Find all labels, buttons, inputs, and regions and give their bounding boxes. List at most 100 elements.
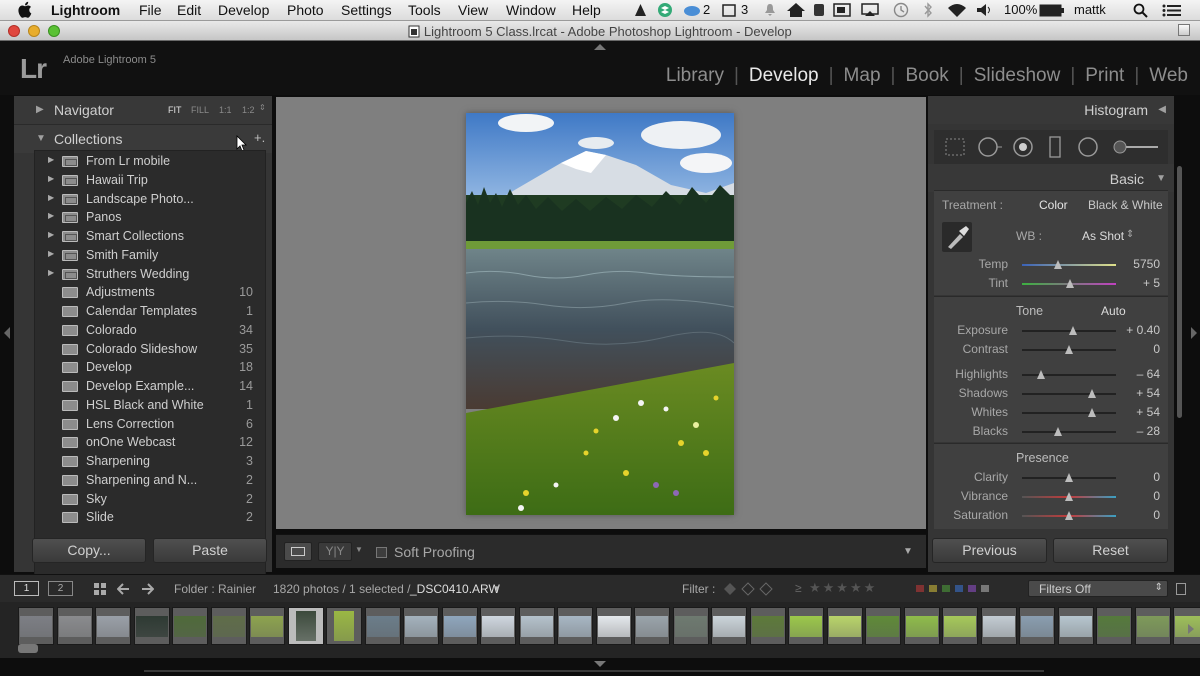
photo-preview[interactable]	[466, 113, 734, 515]
shadows-slider[interactable]	[1022, 389, 1116, 398]
filmstrip-thumbnail[interactable]	[826, 607, 863, 645]
zoom-fill[interactable]: FILL	[191, 105, 209, 115]
treatment-bw-option[interactable]: Black & White	[1088, 198, 1163, 212]
treatment-color-option[interactable]: Color	[1039, 198, 1068, 212]
clarity-slider-handle[interactable]	[1065, 473, 1073, 482]
histogram-header[interactable]: Histogram ◀	[928, 96, 1174, 124]
wb-dropdown-icon[interactable]: ⇕	[1126, 229, 1134, 240]
right-panel-toggle-icon[interactable]	[1190, 326, 1198, 340]
collection-item[interactable]: ▶ Struthers Wedding	[35, 265, 267, 284]
before-after-button[interactable]: Y|Y	[318, 542, 352, 561]
filmstrip-thumbnail[interactable]	[441, 607, 478, 645]
volume-icon[interactable]	[976, 3, 994, 17]
filmstrip-thumbnail[interactable]	[364, 607, 401, 645]
tint-slider-handle[interactable]	[1065, 279, 1074, 288]
saturation-slider-handle[interactable]	[1065, 511, 1073, 520]
exposure-value[interactable]: + 0.40	[1126, 323, 1160, 337]
filmstrip-thumbnail[interactable]	[1134, 607, 1171, 645]
zoom-fit[interactable]: FIT	[168, 105, 182, 115]
user-name[interactable]: mattk	[1074, 2, 1106, 17]
collection-item[interactable]: HSL Black and White 1	[35, 396, 267, 415]
collection-item[interactable]: Slide 2	[35, 508, 267, 527]
filmstrip-thumbnail[interactable]	[172, 607, 208, 645]
module-web[interactable]: Web	[1139, 65, 1188, 87]
right-panel-scrollbar[interactable]	[1177, 166, 1182, 418]
menu-tools[interactable]: Tools	[408, 2, 441, 18]
module-map[interactable]: Map	[834, 65, 891, 87]
lightroom-status-icon[interactable]	[722, 4, 736, 17]
wb-eyedropper-button[interactable]	[942, 222, 972, 252]
filmstrip-thumbnail[interactable]	[518, 607, 555, 645]
menu-develop[interactable]: Develop	[218, 2, 269, 18]
menu-window[interactable]: Window	[506, 2, 556, 18]
collection-item[interactable]: Develop Example... 14	[35, 377, 267, 396]
filmstrip-thumbnail[interactable]	[942, 607, 978, 645]
soft-proofing-checkbox[interactable]	[376, 547, 387, 558]
filmstrip-thumbnail[interactable]	[557, 607, 593, 645]
basic-header[interactable]: Basic ▼	[928, 164, 1174, 192]
filmstrip-thumbnail[interactable]	[1096, 607, 1132, 645]
vibrance-slider-handle[interactable]	[1065, 492, 1073, 501]
collection-item[interactable]: Colorado Slideshow 35	[35, 340, 267, 359]
filmstrip-thumbnail[interactable]	[1019, 607, 1055, 645]
menu-settings[interactable]: Settings	[341, 2, 392, 18]
airplay-icon[interactable]	[861, 3, 879, 17]
spot-removal-tool-icon[interactable]	[977, 136, 1003, 158]
forward-arrow-icon[interactable]	[140, 582, 154, 596]
zoom-1-2[interactable]: 1:2	[242, 105, 255, 115]
contrast-value[interactable]: 0	[1153, 342, 1160, 356]
back-arrow-icon[interactable]	[117, 582, 131, 596]
collection-item[interactable]: ▶ Smart Collections	[35, 227, 267, 246]
filter-lock-icon[interactable]	[1176, 583, 1186, 595]
filmstrip-thumbnail[interactable]	[210, 607, 247, 645]
filmstrip-thumbnail[interactable]	[403, 607, 439, 645]
toolbar-content-dropdown-icon[interactable]: ▼	[903, 546, 913, 557]
collection-item[interactable]: ▶ Smith Family	[35, 246, 267, 265]
navigator-header[interactable]: ▶ Navigator FIT FILL 1:1 1:2 ⇕	[14, 96, 272, 124]
rating-filter-operator[interactable]: ≥	[795, 581, 802, 595]
window-icon[interactable]	[833, 3, 851, 17]
collection-item[interactable]: ▶ From Lr mobile	[35, 152, 267, 171]
collections-collapse-icon[interactable]: ▼	[36, 133, 46, 144]
spotlight-search-icon[interactable]	[1133, 3, 1148, 18]
menu-file[interactable]: File	[139, 2, 162, 18]
notification-center-icon[interactable]	[1162, 4, 1182, 17]
loupe-view-button[interactable]	[284, 542, 312, 561]
filmstrip-thumbnail[interactable]	[788, 607, 824, 645]
collection-item[interactable]: Lens Correction 6	[35, 415, 267, 434]
collapse-bottom-panel-icon[interactable]	[593, 660, 607, 668]
reset-button[interactable]: Reset	[1053, 538, 1168, 563]
vibrance-slider[interactable]	[1022, 492, 1116, 501]
saturation-value[interactable]: 0	[1153, 508, 1160, 522]
collection-item[interactable]: ▶ Landscape Photo...	[35, 190, 267, 209]
wifi-icon[interactable]	[947, 3, 967, 17]
collection-item[interactable]: onOne Webcast 12	[35, 433, 267, 452]
collection-item[interactable]: ▶ Hawaii Trip	[35, 171, 267, 190]
filter-preset-dropdown[interactable]: Filters Off ⇕	[1028, 580, 1168, 597]
filmstrip-thumbnail[interactable]	[749, 607, 786, 645]
blacks-value[interactable]: – 28	[1137, 424, 1160, 438]
sync-icon[interactable]	[633, 3, 648, 18]
collection-set-expand-icon[interactable]: ▶	[48, 230, 54, 239]
filmstrip-thumbnail[interactable]	[903, 607, 940, 645]
blacks-slider[interactable]	[1022, 427, 1116, 436]
filmstrip-thumbnail[interactable]	[1057, 607, 1094, 645]
collection-item[interactable]: Calendar Templates 1	[35, 302, 267, 321]
evernote-icon[interactable]	[813, 3, 825, 17]
whites-slider-handle[interactable]	[1087, 408, 1096, 417]
whites-slider[interactable]	[1022, 408, 1116, 417]
filmstrip-thumbnail[interactable]	[711, 607, 747, 645]
shadows-value[interactable]: + 54	[1136, 386, 1160, 400]
menu-app-name[interactable]: Lightroom	[51, 2, 120, 18]
module-library[interactable]: Library	[656, 65, 734, 87]
tone-auto-button[interactable]: Auto	[1101, 304, 1126, 318]
star-rating-filter[interactable]: ★★★★★	[809, 580, 877, 596]
temp-value[interactable]: 5750	[1133, 257, 1160, 271]
highlights-slider[interactable]	[1022, 370, 1116, 379]
contrast-slider-handle[interactable]	[1065, 345, 1073, 354]
saturation-slider[interactable]	[1022, 511, 1116, 520]
wb-dropdown[interactable]: As Shot	[1082, 229, 1124, 243]
filmstrip-thumbnail[interactable]	[56, 607, 93, 645]
histogram-expand-icon[interactable]: ◀	[1158, 104, 1166, 115]
filmstrip-thumbnail[interactable]	[672, 607, 709, 645]
